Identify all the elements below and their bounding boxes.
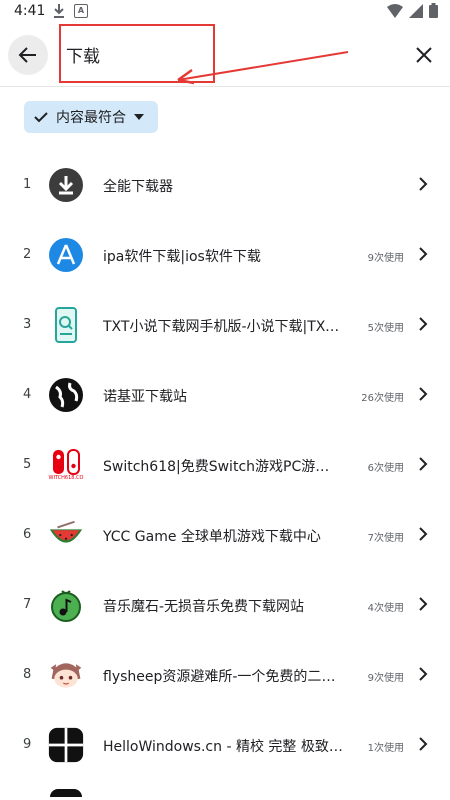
sort-filter-chip[interactable]: 内容最符合 xyxy=(24,101,158,133)
result-title: 全能下载器 xyxy=(103,179,173,195)
caret-down-icon xyxy=(134,114,144,120)
status-indicators xyxy=(387,3,438,18)
list-item[interactable]: 2 ipa软件下载|ios软件下载 9次使用 xyxy=(0,220,450,290)
usage-count: 5次使用 xyxy=(367,323,404,334)
annotation-arrow xyxy=(177,51,349,85)
rank-number: 3 xyxy=(23,317,32,332)
chevron-right-icon xyxy=(419,177,428,191)
switch-caption: WITCH618.CO xyxy=(48,475,84,481)
clear-search-button[interactable] xyxy=(410,41,438,69)
usage-count: 6次使用 xyxy=(367,463,404,474)
list-item[interactable]: 1 全能下载器 xyxy=(0,150,450,220)
app-store-icon xyxy=(48,237,84,273)
result-title: YCC Game 全球单机游戏下载中心 xyxy=(103,529,321,545)
battery-icon xyxy=(429,3,438,18)
list-item[interactable]: 5 WITCH618.CO Switch618|免费Switch游戏PC游戏下.… xyxy=(0,430,450,500)
chevron-right-icon xyxy=(419,527,428,541)
result-title: TXT小说下载网手机版-小说下载|TXT... xyxy=(103,319,343,335)
sort-filter-label: 内容最符合 xyxy=(56,110,126,126)
status-bar: 4:41 A xyxy=(0,0,450,24)
list-item[interactable]: 4 诺基亚下载站 26次使用 xyxy=(0,360,450,430)
chevron-right-icon xyxy=(419,667,428,681)
chevron-right-icon xyxy=(419,247,428,261)
usage-count: 9次使用 xyxy=(367,673,404,684)
rank-number: 8 xyxy=(23,667,32,682)
result-title: HelloWindows.cn - 精校 完整 极致 Wi... xyxy=(103,739,343,755)
result-title: Switch618|免费Switch游戏PC游戏下... xyxy=(103,459,343,475)
close-icon xyxy=(416,47,432,63)
result-title: flysheep资源避难所-一个免费的二次... xyxy=(103,669,343,685)
search-bar: 下载 xyxy=(0,24,450,87)
signal-icon xyxy=(409,3,423,18)
chevron-right-icon xyxy=(419,457,428,471)
music-note-icon xyxy=(48,587,84,623)
list-item[interactable]: 3 TXT小说下载网手机版-小说下载|TXT... 5次使用 xyxy=(0,290,450,360)
rank-number: 6 xyxy=(23,527,32,542)
usage-count: 9次使用 xyxy=(367,253,404,264)
usage-count: 4次使用 xyxy=(367,603,404,614)
rank-number: 4 xyxy=(23,387,32,402)
download-icon xyxy=(48,167,84,203)
rank-number: 1 xyxy=(23,177,32,192)
search-input[interactable]: 下载 xyxy=(66,42,100,67)
chevron-right-icon xyxy=(419,317,428,331)
list-item[interactable]: 7 音乐魔石-无损音乐免费下载网站 4次使用 xyxy=(0,570,450,640)
results-list: 1 全能下载器 2 ipa软件下载|ios软件下载 9次使用 3 TXT小说下载… xyxy=(0,150,450,797)
switch-logo-icon: WITCH618.CO xyxy=(48,447,84,483)
rank-number: 7 xyxy=(23,597,32,612)
partial-item-icon xyxy=(50,789,82,797)
chevron-right-icon xyxy=(419,737,428,751)
globe-icon xyxy=(48,377,84,413)
list-item[interactable]: 6 YCC Game 全球单机游戏下载中心 7次使用 xyxy=(0,500,450,570)
windows-icon xyxy=(48,727,84,763)
usage-count: 26次使用 xyxy=(361,393,404,404)
rank-number: 5 xyxy=(23,457,32,472)
rank-number: 9 xyxy=(23,737,32,752)
rank-number: 2 xyxy=(23,247,32,262)
usage-count: 7次使用 xyxy=(367,533,404,544)
status-time: 4:41 xyxy=(14,3,46,19)
back-button[interactable] xyxy=(8,35,48,75)
list-item[interactable]: 9 HelloWindows.cn - 精校 完整 极致 Wi... 1次使用 xyxy=(0,710,450,780)
arrow-left-icon xyxy=(18,47,36,63)
anime-avatar-icon xyxy=(48,657,84,693)
chevron-right-icon xyxy=(419,597,428,611)
watermelon-icon xyxy=(48,517,84,553)
result-title: 诺基亚下载站 xyxy=(103,389,187,405)
wifi-icon xyxy=(387,3,403,18)
download-status-icon xyxy=(52,3,66,23)
result-title: 音乐魔石-无损音乐免费下载网站 xyxy=(103,599,305,615)
usage-count: 1次使用 xyxy=(367,743,404,754)
notification-a-icon: A xyxy=(74,4,88,18)
result-title: ipa软件下载|ios软件下载 xyxy=(103,249,261,265)
list-item-partial[interactable] xyxy=(0,780,450,797)
chevron-right-icon xyxy=(419,387,428,401)
phone-search-icon xyxy=(48,307,84,343)
check-icon xyxy=(34,112,48,123)
list-item[interactable]: 8 flysheep资源避难所-一个免费的二次... 9次使用 xyxy=(0,640,450,710)
